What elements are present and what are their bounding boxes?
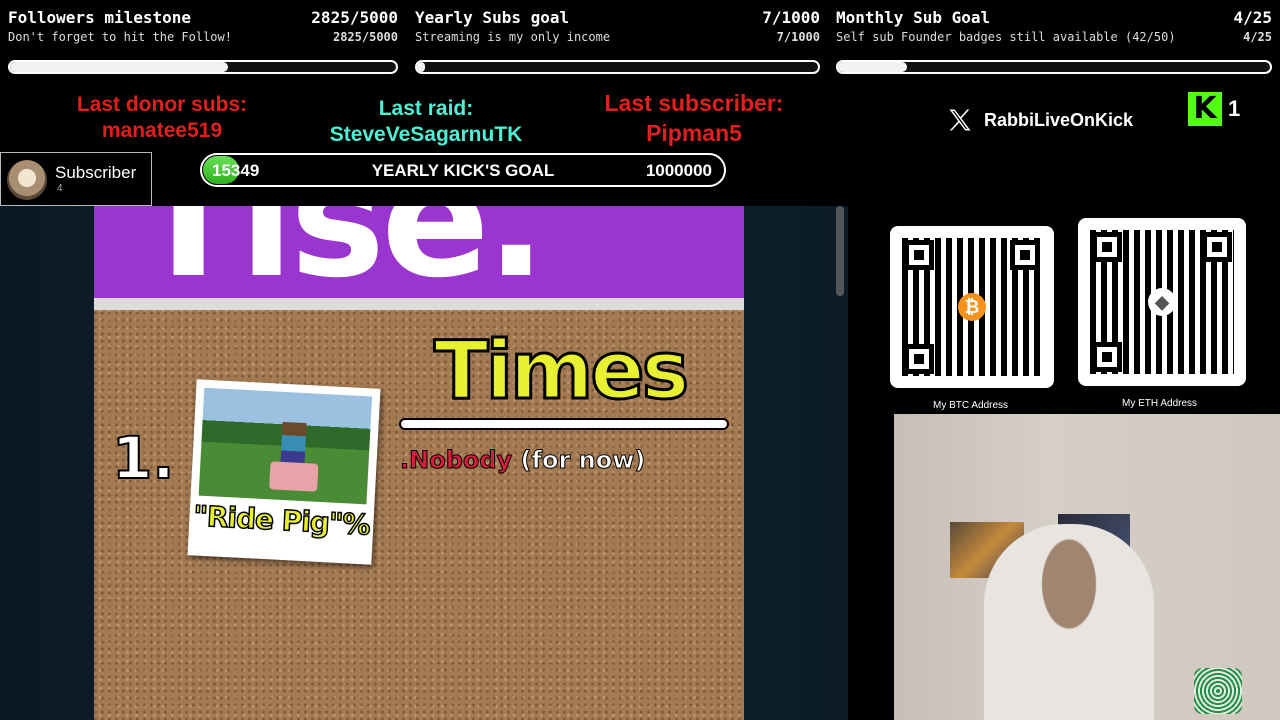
goal-count: 2825/5000 xyxy=(311,8,398,27)
goal-progress-bar xyxy=(415,60,820,74)
video-stage: Tise. Times 1. "Ride Pig"% .Nobody (for … xyxy=(0,206,848,720)
goal-count: 4/25 xyxy=(1233,8,1272,27)
x-logo-icon xyxy=(949,109,971,131)
last-raid: Last raid: SteveVeSagarnuTK xyxy=(306,96,546,148)
bitcoin-icon: ₿ xyxy=(958,293,986,321)
eth-qr-code: ◆ xyxy=(1078,218,1246,386)
banner-strip xyxy=(94,298,744,310)
yearly-kick-goal-bar: 15349 YEARLY KICK'S GOAL 1000000 xyxy=(200,153,726,187)
subscriber-alert: Subscriber 4 xyxy=(0,152,152,206)
goal-count-secondary: 7/1000 xyxy=(776,30,820,44)
card-caption: "Ride Pig"% xyxy=(192,499,371,543)
rank-number: 1. xyxy=(111,423,175,493)
goal-count-secondary: 2825/5000 xyxy=(332,30,398,44)
last-subscriber-label: Last subscriber: xyxy=(604,90,784,116)
btc-qr-code: ₿ xyxy=(890,226,1054,388)
last-raid-name: SteveVeSagarnuTK xyxy=(329,123,523,146)
last-raid-label: Last raid: xyxy=(378,97,474,120)
qr-finder xyxy=(1010,240,1040,270)
holder-note: (for now) xyxy=(520,446,646,475)
category-card: "Ride Pig"% xyxy=(187,379,381,565)
eth-label: My ETH Address xyxy=(1122,398,1198,409)
goal-count: 7/1000 xyxy=(762,8,820,27)
goal-title: Yearly Subs goal xyxy=(415,8,570,27)
goal-title: Monthly Sub Goal xyxy=(836,8,991,27)
x-social: RabbiLiveOnKick xyxy=(946,106,1133,134)
holder-name: .Nobody xyxy=(399,446,513,475)
mug xyxy=(1194,668,1242,714)
scrollbar[interactable] xyxy=(836,206,844,296)
ethereum-icon: ◆ xyxy=(1148,288,1176,316)
last-subscriber: Last subscriber: Pipman5 xyxy=(572,88,816,148)
goal-progress-fill xyxy=(417,62,426,72)
qr-finder xyxy=(1092,342,1122,372)
banner-word: Tise. xyxy=(134,206,547,313)
record-holder: .Nobody (for now) xyxy=(399,446,646,475)
subscriber-label: Subscriber xyxy=(55,163,137,182)
goal-yearly-subs: Yearly Subs goal 7/1000 Streaming is my … xyxy=(415,0,820,82)
goal-subtitle: Don't forget to hit the Follow! xyxy=(8,30,232,44)
goal-monthly-subs: Monthly Sub Goal 4/25 Self sub Founder b… xyxy=(836,0,1272,82)
last-donor-label: Last donor subs: xyxy=(76,93,248,116)
x-handle: RabbiLiveOnKick xyxy=(984,109,1134,130)
kick-logo-icon: K xyxy=(1188,92,1222,126)
qr-finder xyxy=(1092,232,1122,262)
goal-progress-bar xyxy=(836,60,1272,74)
goal-progress-fill xyxy=(838,62,908,72)
last-subscriber-name: Pipman5 xyxy=(646,120,742,146)
qr-finder xyxy=(1202,232,1232,262)
goal-followers: Followers milestone 2825/5000 Don't forg… xyxy=(8,0,398,82)
goal-progress-fill xyxy=(10,62,229,72)
goal-subtitle: Self sub Founder badges still available … xyxy=(836,30,1176,44)
webcam-feed xyxy=(894,414,1280,720)
avatar xyxy=(7,160,47,200)
heading-underline xyxy=(399,418,729,430)
kick-counter: K 1 xyxy=(1188,92,1240,126)
kick-count: 1 xyxy=(1228,96,1241,121)
steve-figure xyxy=(280,421,307,468)
qr-finder xyxy=(904,240,934,270)
last-donor-name: manatee519 xyxy=(101,119,223,142)
last-donor-subs: Last donor subs: manatee519 xyxy=(40,92,284,144)
goal-subtitle: Streaming is my only income xyxy=(415,30,611,44)
subscriber-count: 4 xyxy=(57,183,63,194)
times-heading: Times xyxy=(432,323,690,419)
pig-figure xyxy=(269,461,319,492)
video-frame: Tise. Times 1. "Ride Pig"% .Nobody (for … xyxy=(94,206,744,720)
btc-label: My BTC Address xyxy=(933,400,1009,411)
qr-finder xyxy=(904,344,934,374)
goal-count-secondary: 4/25 xyxy=(1243,30,1272,44)
minecraft-image xyxy=(198,387,373,505)
streamer xyxy=(984,524,1154,720)
kick-goal-target: 1000000 xyxy=(645,161,712,180)
goal-progress-bar xyxy=(8,60,398,74)
goal-title: Followers milestone xyxy=(8,8,192,27)
